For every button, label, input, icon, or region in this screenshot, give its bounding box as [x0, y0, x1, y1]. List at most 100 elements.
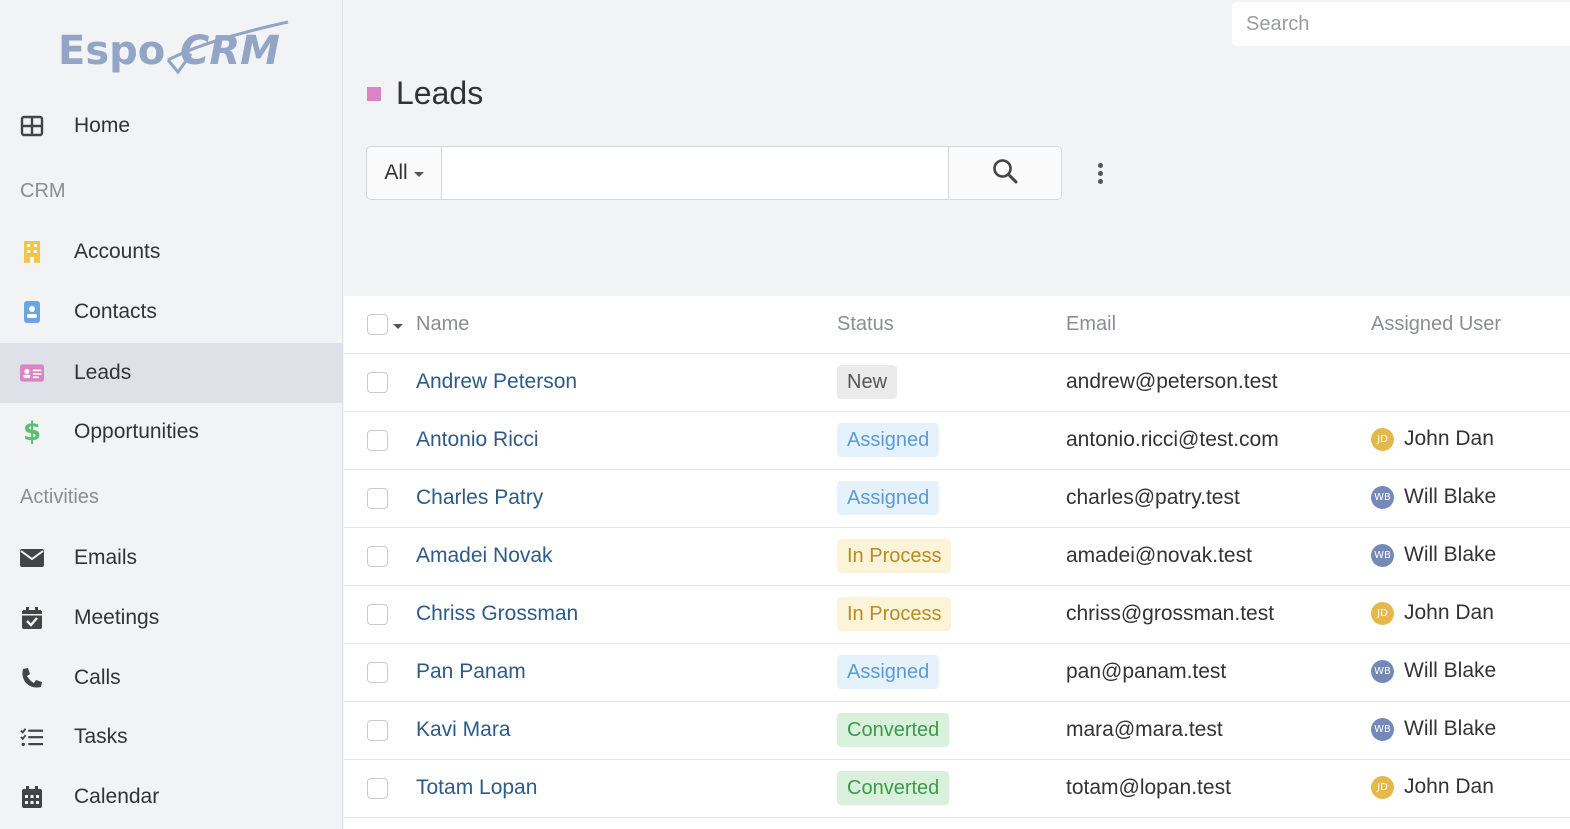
column-header-name[interactable]: Name — [416, 313, 469, 336]
filter-search-button[interactable] — [948, 147, 1061, 199]
sidebar-item-label: Contacts — [74, 300, 157, 323]
assigned-user-name: John Dan — [1404, 601, 1494, 624]
espocrm-logo[interactable]: Espo CRM — [56, 20, 296, 80]
select-all-caret-icon[interactable] — [393, 324, 403, 329]
filter-scope-dropdown[interactable]: All — [367, 147, 442, 199]
status-badge: In Process — [837, 539, 952, 573]
row-checkbox[interactable] — [367, 720, 388, 741]
avatar: JD — [1371, 427, 1394, 451]
svg-text:CRM: CRM — [180, 28, 280, 74]
assigned-user-name: John Dan — [1404, 427, 1494, 450]
grid-icon — [20, 114, 44, 138]
table-row: Chriss Grossman In Process chriss@grossman… — [344, 586, 1570, 644]
sidebar-item-contacts[interactable]: Contacts — [0, 282, 343, 342]
tasks-icon — [20, 725, 44, 749]
status-badge: Assigned — [837, 423, 940, 457]
caret-down-icon — [413, 171, 424, 177]
lead-name-link[interactable]: Kavi Mara — [416, 718, 511, 742]
kebab-dot-icon — [1097, 178, 1103, 184]
sidebar-item-label: Calls — [74, 666, 121, 689]
global-search-input[interactable]: Search — [1232, 2, 1570, 46]
status-badge: Converted — [837, 713, 950, 747]
sidebar-item-leads[interactable]: Leads — [0, 343, 343, 403]
assigned-user[interactable]: JD John Dan — [1371, 775, 1494, 799]
sidebar-item-opportunities[interactable]: $ Opportunities — [0, 402, 343, 462]
sidebar-item-accounts[interactable]: Accounts — [0, 222, 343, 282]
filter-text-input[interactable] — [442, 147, 948, 199]
lead-name-link[interactable]: Antonio Ricci — [416, 428, 539, 452]
sidebar-item-label: Leads — [74, 361, 132, 384]
svg-text:Espo: Espo — [58, 28, 165, 74]
leads-table: Name Status Email Assigned User Andrew P… — [344, 296, 1570, 829]
sidebar-item-home[interactable]: Home — [0, 96, 343, 156]
row-checkbox[interactable] — [367, 604, 388, 625]
status-badge: Assigned — [837, 481, 940, 515]
column-header-email[interactable]: Email — [1066, 313, 1116, 336]
sidebar-item-label: Home — [74, 114, 131, 137]
row-checkbox[interactable] — [367, 430, 388, 451]
assigned-user[interactable]: WB Will Blake — [1371, 485, 1496, 509]
lead-email: totam@lopan.test — [1066, 776, 1231, 799]
row-checkbox[interactable] — [367, 662, 388, 683]
row-checkbox[interactable] — [367, 372, 388, 393]
sidebar-item-label: Emails — [74, 546, 138, 569]
sidebar-item-calls[interactable]: Calls — [0, 648, 343, 708]
column-header-status[interactable]: Status — [837, 313, 894, 336]
assigned-user-name: Will Blake — [1404, 717, 1497, 740]
avatar: WB — [1371, 717, 1394, 741]
avatar: WB — [1371, 485, 1394, 509]
sidebar-item-calendar[interactable]: Calendar — [0, 767, 343, 827]
status-badge: Converted — [837, 771, 950, 805]
building-icon — [20, 240, 44, 264]
assigned-user[interactable]: WB Will Blake — [1371, 717, 1496, 741]
assigned-user-name: Will Blake — [1404, 659, 1497, 682]
table-header: Name Status Email Assigned User — [344, 296, 1570, 354]
sidebar-item-label: Calendar — [74, 785, 160, 808]
lead-name-link[interactable]: Pan Panam — [416, 660, 526, 684]
lead-email: chriss@grossman.test — [1066, 602, 1275, 625]
column-header-assigned-user[interactable]: Assigned User — [1371, 313, 1501, 336]
sidebar-item-label: Meetings — [74, 606, 160, 629]
avatar: WB — [1371, 543, 1394, 567]
lead-name-link[interactable]: Amadei Novak — [416, 544, 553, 568]
assigned-user-name: John Dan — [1404, 775, 1494, 798]
avatar: WB — [1371, 659, 1394, 683]
lead-email: mara@mara.test — [1066, 718, 1223, 741]
search-icon — [992, 158, 1018, 189]
calendar-icon — [20, 785, 44, 809]
dollar-icon: $ — [22, 417, 42, 447]
assigned-user[interactable]: JD John Dan — [1371, 601, 1494, 625]
lead-email: pan@panam.test — [1066, 660, 1227, 683]
sidebar-item-emails[interactable]: Emails — [0, 528, 343, 588]
lead-name-link[interactable]: Charles Patry — [416, 486, 543, 510]
table-row: Antonio Ricci Assigned antonio.ricci@test.… — [344, 412, 1570, 470]
row-checkbox[interactable] — [367, 778, 388, 799]
more-options-button[interactable] — [1090, 158, 1110, 188]
filter-scope-label: All — [384, 161, 408, 184]
select-all-checkbox[interactable] — [367, 314, 388, 335]
status-badge: Assigned — [837, 655, 940, 689]
nav-group-crm: CRM — [20, 180, 66, 202]
id-card-icon — [20, 361, 44, 385]
sidebar-item-tasks[interactable]: Tasks — [0, 707, 343, 767]
status-badge: In Process — [837, 597, 952, 631]
sidebar-item-meetings[interactable]: Meetings — [0, 588, 343, 648]
kebab-dot-icon — [1097, 170, 1103, 176]
page-title: Leads — [396, 75, 484, 111]
assigned-user[interactable]: WB Will Blake — [1371, 659, 1496, 683]
row-checkbox[interactable] — [367, 488, 388, 509]
lead-name-link[interactable]: Totam Lopan — [416, 776, 537, 800]
assigned-user[interactable]: WB Will Blake — [1371, 543, 1496, 567]
global-search-placeholder: Search — [1246, 12, 1310, 35]
table-row: Pan Panam Assigned pan@panam.test WB Will Bl… — [344, 644, 1570, 702]
envelope-icon — [20, 546, 44, 570]
lead-name-link[interactable]: Chriss Grossman — [416, 602, 578, 626]
row-checkbox[interactable] — [367, 546, 388, 567]
assigned-user-name: Will Blake — [1404, 485, 1497, 508]
lead-email: andrew@peterson.test — [1066, 370, 1278, 393]
sidebar-item-label: Opportunities — [74, 420, 199, 443]
lead-name-link[interactable]: Andrew Peterson — [416, 370, 577, 394]
assigned-user[interactable]: JD John Dan — [1371, 427, 1494, 451]
sidebar: Espo CRM Home CRM Accounts Contacts Lead… — [0, 0, 343, 829]
avatar: JD — [1371, 601, 1394, 625]
